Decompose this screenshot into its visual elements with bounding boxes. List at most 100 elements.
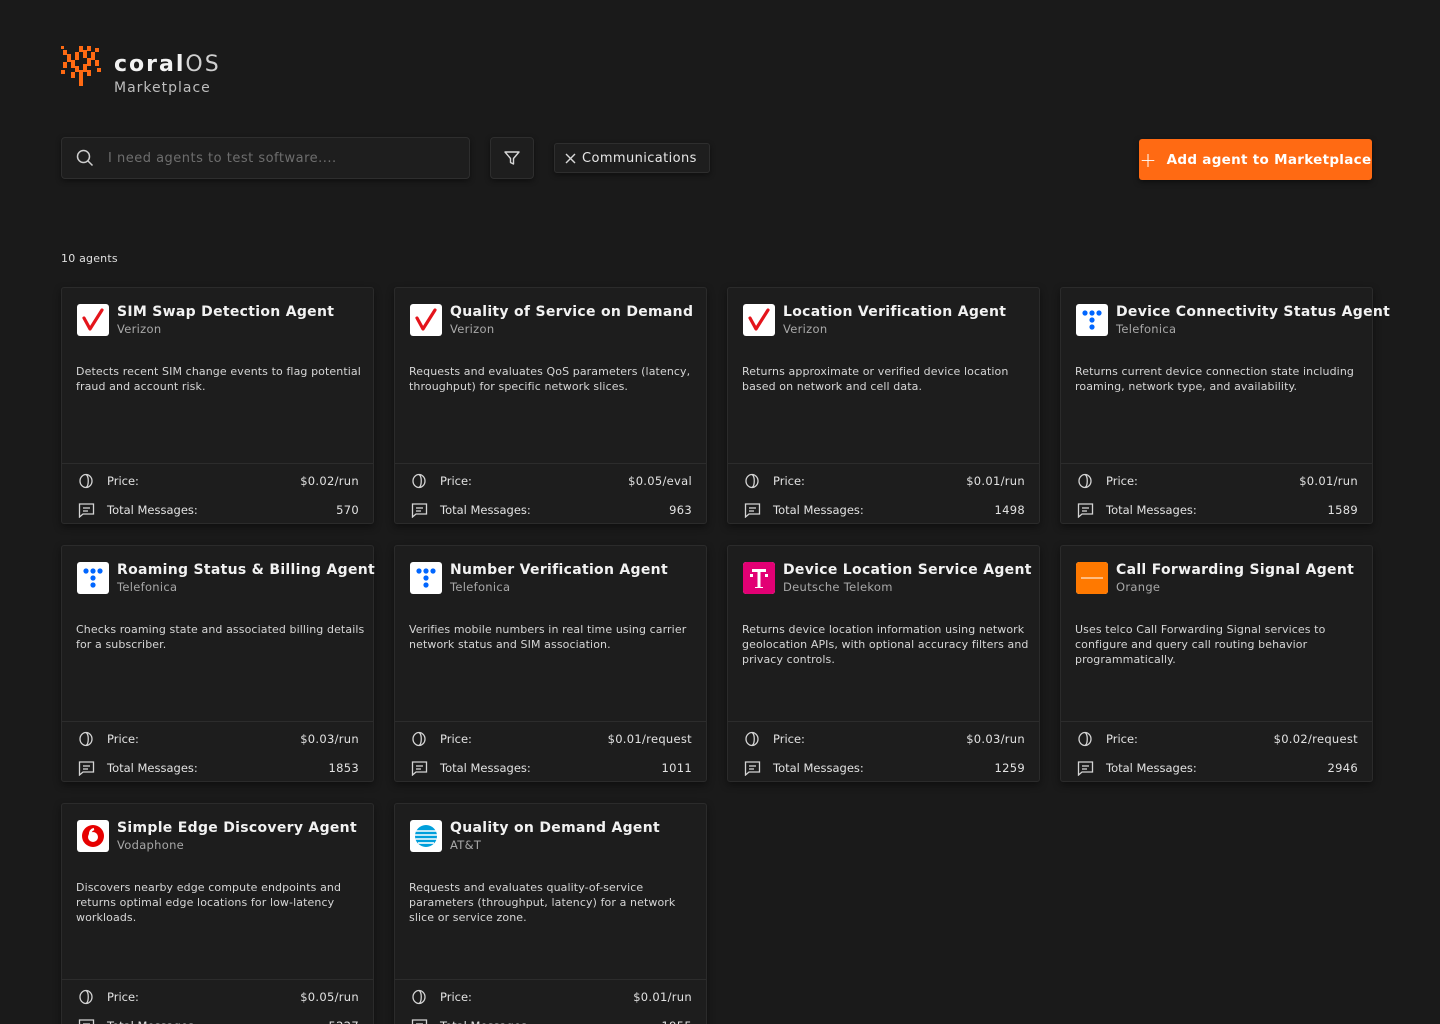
price-label: Price:: [440, 474, 472, 488]
message-icon: [78, 502, 96, 518]
add-agent-button[interactable]: + Add agent to Marketplace: [1139, 139, 1372, 180]
card-header: Device Connectivity Status Agent Telefon…: [1076, 304, 1390, 336]
agent-card[interactable]: Quality of Service on Demand Verizon Req…: [394, 287, 707, 524]
price-value: $0.01/run: [966, 474, 1025, 488]
close-icon[interactable]: [565, 153, 576, 164]
telefonica-logo-icon: [410, 562, 442, 594]
messages-value: 1011: [661, 761, 692, 775]
messages-label: Total Messages:: [773, 503, 864, 517]
agent-provider: Orange: [1116, 580, 1161, 594]
message-icon: [78, 760, 96, 776]
agent-title: Location Verification Agent: [783, 304, 1007, 320]
agent-card[interactable]: Simple Edge Discovery Agent Vodaphone Di…: [61, 803, 374, 1024]
brand-name-os: OS: [185, 52, 221, 77]
price-row: Price: $0.03/run: [744, 729, 1025, 749]
plus-icon: +: [1139, 147, 1157, 172]
agent-description: Returns current device connection state …: [1075, 365, 1354, 393]
coin-icon: [744, 473, 762, 489]
messages-row: Total Messages: 963: [411, 500, 692, 520]
agent-card[interactable]: Device Connectivity Status Agent Telefon…: [1060, 287, 1390, 524]
agent-card[interactable]: SIM Swap Detection Agent Verizon Detects…: [61, 287, 374, 524]
messages-value: 1955: [662, 1019, 692, 1024]
coin-icon: [78, 989, 96, 1005]
messages-value: 1259: [994, 761, 1025, 775]
card-footer: Price: $0.01/request Total Messages: 101…: [395, 721, 706, 776]
price-row: Price: $0.02/run: [78, 471, 359, 491]
message-icon: [1077, 502, 1095, 518]
telefonica-logo-icon: [1076, 304, 1108, 336]
card-titles: Roaming Status & Billing Agent Telefonic…: [117, 561, 375, 594]
card-header: Device Location Service Agent Deutsche T…: [743, 562, 1032, 594]
search-icon: [76, 149, 94, 167]
agent-card[interactable]: Device Location Service Agent Deutsche T…: [727, 545, 1040, 782]
agent-description: Requests and evaluates QoS parameters (l…: [409, 365, 691, 393]
filter-chip-label: Communications: [582, 150, 697, 166]
agent-count: 10 agents: [61, 252, 118, 265]
agent-provider: Deutsche Telekom: [783, 580, 893, 594]
card-footer: Price: $0.05/run Total Messages: 5227: [62, 979, 373, 1024]
messages-row: Total Messages: 1853: [78, 758, 359, 778]
messages-value: 1498: [994, 503, 1025, 517]
agent-description: Checks roaming state and associated bill…: [76, 623, 365, 651]
card-titles: Device Connectivity Status Agent Telefon…: [1116, 303, 1390, 336]
message-icon: [1077, 760, 1095, 776]
messages-row: Total Messages: 1589: [1077, 500, 1358, 520]
messages-value: 1589: [1327, 503, 1358, 517]
card-header: Call Forwarding Signal Agent Orange: [1076, 562, 1354, 594]
message-icon: [744, 502, 762, 518]
price-value: $0.01/run: [1299, 474, 1358, 488]
agent-card[interactable]: Quality on Demand Agent AT&T Requests an…: [394, 803, 707, 1024]
card-titles: Call Forwarding Signal Agent Orange: [1116, 561, 1354, 594]
messages-value: 570: [336, 503, 359, 517]
agent-card[interactable]: Number Verification Agent Telefonica Ver…: [394, 545, 707, 782]
price-row: Price: $0.01/run: [411, 987, 692, 1007]
messages-label: Total Messages:: [107, 503, 198, 517]
agent-title: Quality on Demand Agent: [450, 820, 660, 836]
agent-card[interactable]: Call Forwarding Signal Agent Orange Uses…: [1060, 545, 1373, 782]
price-label: Price:: [773, 732, 805, 746]
price-row: Price: $0.01/request: [411, 729, 692, 749]
filter-chip-communications[interactable]: Communications: [554, 143, 710, 173]
price-label: Price:: [1106, 474, 1138, 488]
agent-description: Discovers nearby edge compute endpoints …: [76, 881, 342, 924]
messages-row: Total Messages: 5227: [78, 1016, 359, 1024]
card-titles: SIM Swap Detection Agent Verizon: [117, 303, 334, 336]
card-titles: Device Location Service Agent Deutsche T…: [783, 561, 1032, 594]
price-label: Price:: [107, 474, 139, 488]
agent-card[interactable]: Location Verification Agent Verizon Retu…: [727, 287, 1040, 524]
agent-description: Returns device location information usin…: [742, 623, 1029, 666]
coin-icon: [78, 473, 96, 489]
price-value: $0.02/run: [300, 474, 359, 488]
agent-title: Simple Edge Discovery Agent: [117, 820, 357, 836]
att-logo-icon: [410, 820, 442, 852]
search-box[interactable]: [61, 137, 470, 179]
agent-title: Quality of Service on Demand: [450, 304, 694, 320]
verizon-logo-icon: [743, 304, 775, 336]
agent-description: Detects recent SIM change events to flag…: [76, 365, 361, 393]
coin-icon: [744, 731, 762, 747]
agent-description: Returns approximate or verified device l…: [742, 365, 1009, 393]
messages-value: 963: [669, 503, 692, 517]
brand: coralOS Marketplace: [114, 44, 221, 96]
message-icon: [411, 502, 429, 518]
messages-label: Total Messages:: [107, 1019, 198, 1024]
price-value: $0.03/run: [300, 732, 359, 746]
card-titles: Simple Edge Discovery Agent Vodaphone: [117, 819, 357, 852]
card-header: Roaming Status & Billing Agent Telefonic…: [77, 562, 375, 594]
agent-provider: Telefonica: [1116, 322, 1177, 336]
message-icon: [411, 1018, 429, 1024]
price-row: Price: $0.02/request: [1077, 729, 1358, 749]
messages-label: Total Messages:: [1106, 761, 1197, 775]
search-input[interactable]: [108, 150, 438, 166]
brand-name: coralOS: [114, 52, 221, 78]
agent-title: SIM Swap Detection Agent: [117, 304, 335, 320]
filter-button[interactable]: [490, 137, 534, 179]
card-header: SIM Swap Detection Agent Verizon: [77, 304, 334, 336]
agent-card[interactable]: Roaming Status & Billing Agent Telefonic…: [61, 545, 375, 782]
orange-logo-icon: [1076, 562, 1108, 594]
agent-description: Verifies mobile numbers in real time usi…: [409, 623, 687, 651]
price-label: Price:: [1106, 732, 1138, 746]
agent-provider: AT&T: [450, 838, 482, 852]
messages-label: Total Messages:: [107, 761, 198, 775]
agent-title: Number Verification Agent: [450, 562, 668, 578]
